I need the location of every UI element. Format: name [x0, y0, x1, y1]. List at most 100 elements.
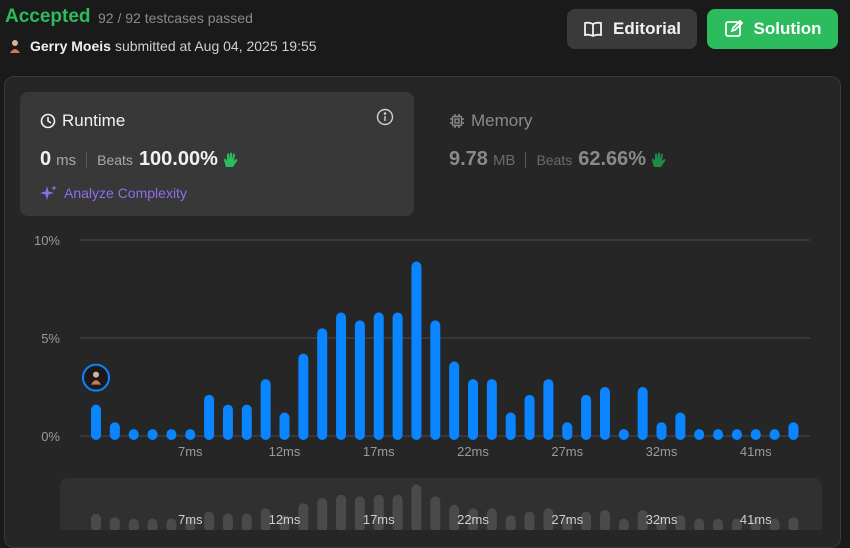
chart-bar[interactable]: [486, 379, 497, 440]
x-tick-label: 22ms: [457, 444, 489, 459]
runtime-value: 0: [40, 148, 52, 170]
minimap-bar: [241, 513, 252, 530]
chart-bar[interactable]: [562, 422, 573, 440]
sparkle-icon: [40, 184, 58, 202]
chart-bar[interactable]: [392, 312, 403, 440]
minimap-bar: [166, 518, 177, 530]
clap-icon: [222, 151, 240, 169]
runtime-metrics: 0 ms Beats 100.00%: [40, 148, 240, 171]
chart-bar[interactable]: [769, 429, 780, 440]
chart-bar[interactable]: [373, 312, 384, 440]
analyze-complexity-link[interactable]: Analyze Complexity: [40, 184, 187, 202]
chart-bar[interactable]: [260, 379, 271, 440]
runtime-title: Runtime: [62, 111, 126, 130]
editorial-button[interactable]: Editorial: [567, 9, 697, 49]
x-tick-label: 41ms: [740, 444, 772, 459]
minimap-bar: [524, 511, 535, 530]
minimap-bar: [222, 513, 233, 530]
chart-bar[interactable]: [430, 320, 441, 440]
chart-bar[interactable]: [675, 412, 686, 440]
chart-bar[interactable]: [618, 429, 629, 440]
chart-bar[interactable]: [147, 429, 158, 440]
minimap-bar: [91, 513, 101, 530]
runtime-header: Runtime: [40, 111, 125, 131]
chart-bar[interactable]: [336, 312, 347, 440]
y-tick-label: 5%: [41, 331, 60, 346]
chart-bar[interactable]: [317, 328, 328, 440]
submitted-time: submitted at Aug 04, 2025 19:55: [114, 38, 317, 54]
chart-bar[interactable]: [166, 429, 177, 440]
divider: [86, 151, 88, 168]
chart-bar[interactable]: [449, 361, 460, 440]
chart-bar[interactable]: [468, 379, 478, 440]
chart-bar[interactable]: [731, 429, 742, 440]
chart-bar[interactable]: [241, 404, 252, 440]
x-tick-label: 32ms: [646, 444, 678, 459]
minimap-bar: [505, 515, 516, 530]
testcases-text: 92 / 92 testcases passed: [98, 10, 253, 26]
chart-bar[interactable]: [204, 394, 215, 440]
chart-bar[interactable]: [128, 429, 139, 440]
chip-icon: [449, 113, 465, 129]
chart-bar[interactable]: [694, 429, 705, 440]
submission-info: Gerry Moeis submitted at Aug 04, 2025 19…: [8, 38, 317, 54]
chart-bar[interactable]: [788, 422, 799, 440]
chart-bar[interactable]: [581, 394, 592, 440]
info-icon[interactable]: [376, 108, 394, 126]
runtime-unit: ms: [56, 152, 77, 169]
memory-card[interactable]: Memory 9.78 MB Beats 62.66%: [429, 92, 823, 216]
analyze-label: Analyze Complexity: [64, 185, 187, 201]
status-title: Accepted: [5, 6, 91, 27]
chart-bar[interactable]: [354, 320, 365, 440]
user-avatar-icon: [93, 371, 99, 378]
y-tick-label: 0%: [41, 429, 60, 444]
minimap-tick-label: 12ms: [269, 512, 301, 527]
runtime-range-slider[interactable]: 7ms 12ms 17ms 22ms 27ms 32ms 41ms: [0, 470, 850, 530]
chart-bar[interactable]: [543, 379, 554, 440]
user-avatar-icon[interactable]: [8, 39, 22, 53]
book-icon: [583, 19, 603, 39]
memory-value: 9.78: [449, 148, 488, 170]
minimap-tick-label: 27ms: [551, 512, 583, 527]
minimap-bar: [128, 518, 139, 530]
runtime-card[interactable]: Runtime 0 ms Beats 100.00% Analyze Compl…: [20, 92, 414, 216]
runtime-beats-value: 100.00%: [138, 148, 218, 170]
x-tick-label: 27ms: [551, 444, 583, 459]
solution-button[interactable]: Solution: [707, 9, 838, 49]
minimap-bar: [147, 518, 158, 530]
username[interactable]: Gerry Moeis: [30, 38, 111, 54]
chart-bar[interactable]: [599, 387, 610, 440]
minimap-tick-label: 17ms: [363, 512, 395, 527]
chart-bar[interactable]: [279, 412, 290, 440]
chart-bar[interactable]: [713, 429, 724, 440]
minimap-bar: [204, 511, 215, 530]
memory-beats-label: Beats: [536, 152, 573, 168]
chart-bar[interactable]: [109, 422, 120, 440]
chart-bar[interactable]: [298, 353, 309, 440]
x-tick-label: 12ms: [269, 444, 301, 459]
memory-metrics: 9.78 MB Beats 62.66%: [449, 148, 668, 171]
chart-bar[interactable]: [637, 387, 648, 440]
chart-bar[interactable]: [750, 429, 761, 440]
chart-bar[interactable]: [222, 404, 233, 440]
chart-bar[interactable]: [185, 429, 196, 440]
minimap-bar: [618, 518, 629, 530]
edit-icon: [724, 19, 744, 39]
runtime-distribution-chart[interactable]: 0% 5% 10% 7ms 12ms 17ms 22ms 27ms 32ms 41ms: [0, 225, 850, 465]
chart-bar[interactable]: [656, 422, 667, 440]
clap-icon: [650, 151, 668, 169]
chart-bar[interactable]: [524, 394, 535, 440]
runtime-beats-label: Beats: [97, 152, 133, 168]
minimap-tick-label: 7ms: [178, 512, 203, 527]
your-submission-marker[interactable]: [82, 363, 110, 392]
minimap-tick-label: 41ms: [740, 512, 772, 527]
chart-bar[interactable]: [91, 404, 101, 440]
x-tick-label: 17ms: [363, 444, 395, 459]
memory-title: Memory: [471, 111, 533, 130]
minimap-bar: [788, 517, 799, 530]
chart-bar[interactable]: [411, 261, 422, 440]
memory-header: Memory: [449, 111, 532, 131]
minimap-bar: [109, 517, 120, 530]
x-tick-label: 7ms: [178, 444, 203, 459]
chart-bar[interactable]: [505, 412, 516, 440]
